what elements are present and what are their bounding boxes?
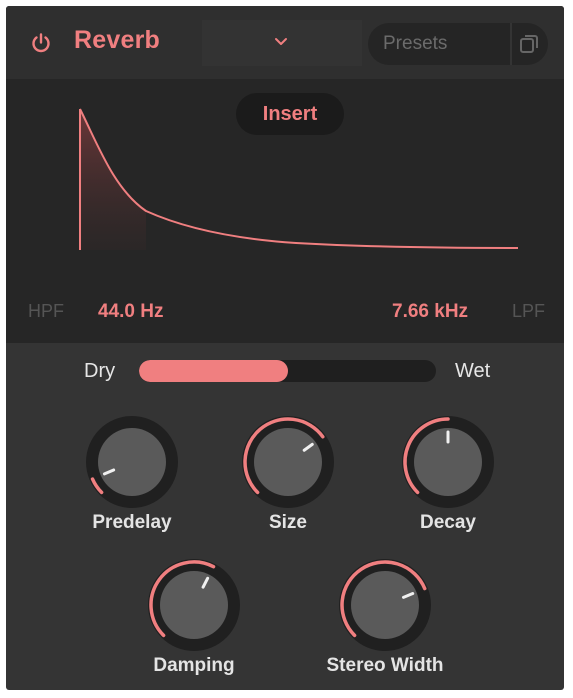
predelay-knob[interactable]	[84, 414, 180, 510]
stereo-width-knob[interactable]	[337, 557, 433, 653]
presets-divider	[510, 23, 512, 65]
damping-knob[interactable]	[146, 557, 242, 653]
lpf-label: LPF	[512, 301, 546, 321]
size-knob[interactable]	[240, 414, 336, 510]
damping-knob-body	[160, 571, 228, 639]
predelay-label: Predelay	[92, 512, 172, 533]
decay-label: Decay	[420, 512, 476, 533]
decay-knob[interactable]	[400, 414, 496, 510]
dry-wet-fill	[139, 360, 288, 382]
reverb-plugin: Reverb Presets Insert HPF 44.0 Hz 7.66 k…	[6, 6, 564, 690]
plugin-title: Reverb	[74, 26, 160, 54]
hpf-label: HPF	[28, 301, 64, 321]
reverb-response-graph: Insert HPF 44.0 Hz 7.66 kHz LPF	[6, 79, 564, 343]
mode-dropdown[interactable]	[202, 20, 362, 66]
damping-label: Damping	[153, 655, 235, 676]
copy-icon[interactable]	[518, 33, 540, 55]
presets-button[interactable]: Presets	[368, 23, 548, 65]
chevron-down-icon	[272, 35, 290, 49]
plugin-header: Reverb Presets	[6, 6, 564, 79]
stereo-width-knob-body	[351, 571, 419, 639]
presets-label: Presets	[383, 33, 448, 54]
power-icon[interactable]	[30, 32, 52, 54]
insert-button[interactable]: Insert	[236, 93, 344, 135]
size-label: Size	[268, 512, 308, 533]
size-knob-body	[254, 428, 322, 496]
dry-wet-slider[interactable]	[139, 360, 436, 382]
lpf-value[interactable]: 7.66 kHz	[392, 301, 468, 323]
dry-label: Dry	[84, 360, 116, 382]
predelay-knob-body	[98, 428, 166, 496]
hpf-value[interactable]: 44.0 Hz	[98, 301, 163, 323]
wet-label: Wet	[455, 360, 491, 382]
stereo-width-label: Stereo Width	[326, 655, 444, 676]
